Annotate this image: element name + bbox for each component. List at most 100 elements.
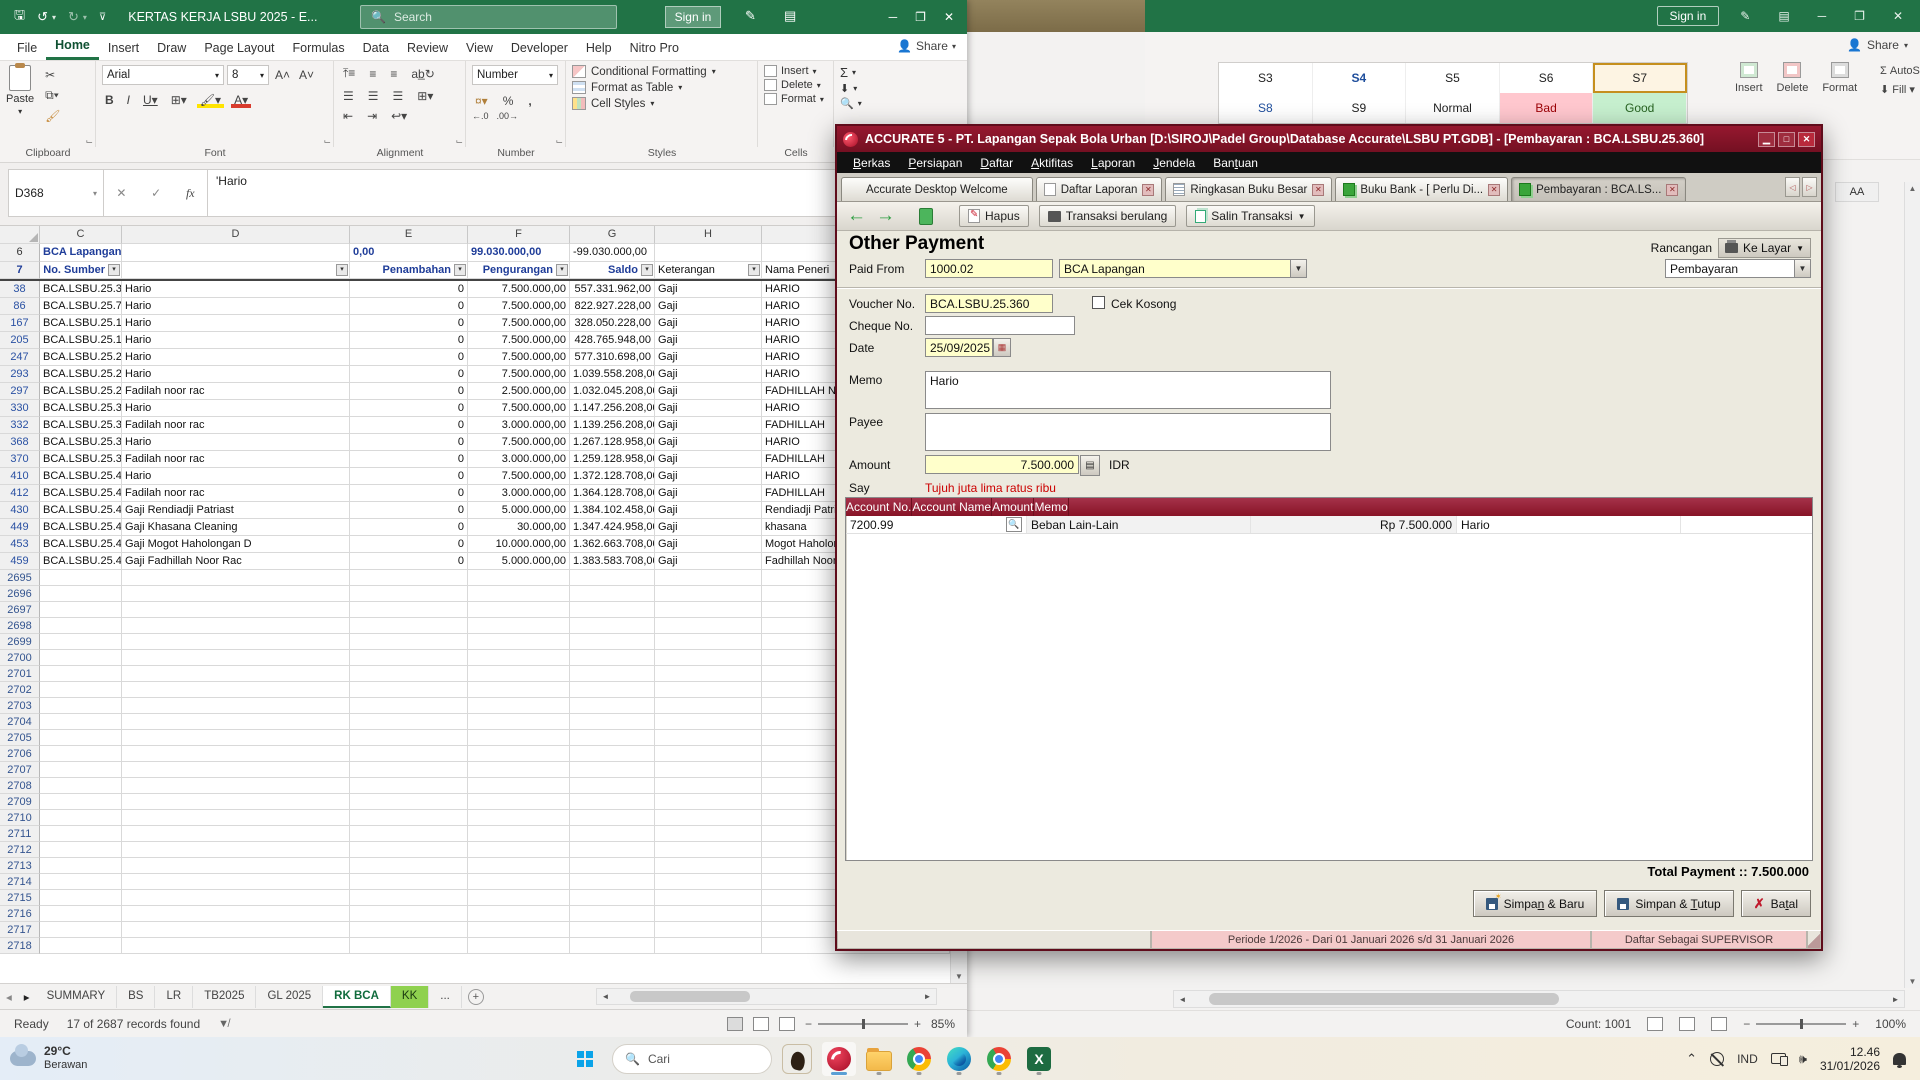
- wrap-text-icon[interactable]: ↩▾: [388, 108, 410, 124]
- cell[interactable]: BCA.LSBU.25.159: [40, 315, 122, 332]
- row-number[interactable]: 2716: [0, 906, 40, 922]
- cell[interactable]: Fadilah noor rac: [122, 383, 350, 400]
- cell[interactable]: [122, 906, 350, 922]
- jenis-select[interactable]: Pembayaran▼: [1665, 259, 1811, 278]
- sign-in-button[interactable]: Sign in: [665, 6, 721, 28]
- voucher-field[interactable]: BCA.LSBU.25.360: [925, 294, 1053, 313]
- cell[interactable]: [350, 618, 468, 634]
- filter-dropdown-icon[interactable]: ▾: [748, 264, 760, 276]
- row-number[interactable]: 453: [0, 536, 40, 553]
- cell[interactable]: [350, 650, 468, 666]
- cell[interactable]: [655, 778, 762, 794]
- row-number[interactable]: 6: [0, 244, 40, 262]
- cell[interactable]: Gaji: [655, 383, 762, 400]
- align-middle-icon[interactable]: ≡: [366, 66, 379, 82]
- cell[interactable]: [350, 714, 468, 730]
- style-button[interactable]: Format as Table▾: [572, 81, 751, 94]
- taskbar-app-button[interactable]: [1022, 1042, 1056, 1076]
- search-input[interactable]: [394, 10, 574, 24]
- dialog-launcher-icon[interactable]: ⌙: [555, 136, 563, 147]
- row-number[interactable]: 2704: [0, 714, 40, 730]
- cell[interactable]: 7.500.000,00: [468, 298, 570, 315]
- cell[interactable]: [40, 906, 122, 922]
- column-header[interactable]: F: [468, 226, 570, 244]
- cell[interactable]: BCA.LSBU.25.419: [40, 502, 122, 519]
- cell[interactable]: [655, 730, 762, 746]
- cell[interactable]: Hario: [122, 332, 350, 349]
- cell[interactable]: [122, 762, 350, 778]
- minimize-button[interactable]: ─: [882, 10, 905, 24]
- cell[interactable]: [40, 874, 122, 890]
- cell-style-chip[interactable]: S3: [1219, 63, 1313, 93]
- cell[interactable]: 7.500.000,00: [468, 281, 570, 298]
- style-button[interactable]: Cell Styles▾: [572, 97, 751, 110]
- menu-item[interactable]: Daftar: [972, 156, 1021, 170]
- sheet-tab[interactable]: BS: [117, 986, 155, 1008]
- ribbon-tab[interactable]: Developer: [502, 36, 577, 60]
- cell[interactable]: [468, 906, 570, 922]
- autosum-button[interactable]: Σ AutoSum ▾: [1880, 62, 1920, 81]
- cell[interactable]: [350, 778, 468, 794]
- cell[interactable]: Fadilah noor rac: [122, 485, 350, 502]
- cell[interactable]: [122, 858, 350, 874]
- pencil-icon[interactable]: ✎: [1733, 9, 1757, 23]
- document-tab[interactable]: Ringkasan Buku Besar ✕: [1165, 177, 1332, 201]
- cells-button[interactable]: Insert▾: [764, 65, 827, 77]
- cell-style-chip[interactable]: S6: [1500, 63, 1594, 93]
- cell[interactable]: [655, 666, 762, 682]
- row-number[interactable]: 2699: [0, 634, 40, 650]
- row-number[interactable]: 2712: [0, 842, 40, 858]
- column-header[interactable]: C: [40, 226, 122, 244]
- cell[interactable]: 10.000.000,00: [468, 536, 570, 553]
- tab-scroll-left-icon[interactable]: ◁: [1785, 177, 1800, 197]
- taskbar-app-button[interactable]: [822, 1042, 856, 1076]
- cell[interactable]: 557.331.962,00: [570, 281, 655, 298]
- notification-bell-icon[interactable]: [1893, 1053, 1906, 1065]
- cell[interactable]: 5.000.000,00: [468, 502, 570, 519]
- row-number[interactable]: 297: [0, 383, 40, 400]
- row-number[interactable]: 449: [0, 519, 40, 536]
- cell[interactable]: [468, 682, 570, 698]
- cell[interactable]: [122, 244, 350, 262]
- filter-dropdown-icon[interactable]: ▾: [108, 264, 120, 276]
- scroll-right-icon[interactable]: ►: [1887, 991, 1904, 1007]
- excel-horizontal-scrollbar[interactable]: ◄ ►: [596, 988, 937, 1005]
- cell[interactable]: [655, 682, 762, 698]
- cell[interactable]: [40, 890, 122, 906]
- forward-icon[interactable]: →: [876, 206, 895, 226]
- scroll-right-icon[interactable]: ►: [919, 989, 936, 1005]
- comma-style-icon[interactable]: ,: [525, 93, 534, 109]
- cell[interactable]: [468, 570, 570, 586]
- cell[interactable]: 328.050.228,00: [570, 315, 655, 332]
- cell[interactable]: 0: [350, 536, 468, 553]
- cell[interactable]: Gaji: [655, 366, 762, 383]
- ke-layar-button[interactable]: Ke Layar▼: [1718, 238, 1811, 258]
- cell[interactable]: BCA.LSBU.25.441: [40, 536, 122, 553]
- cell[interactable]: BCA.LSBU.25.197: [40, 332, 122, 349]
- search-box[interactable]: 🔍: [360, 5, 617, 29]
- cell[interactable]: [350, 938, 468, 954]
- salin-transaksi-button[interactable]: Salin Transaksi▼: [1186, 205, 1314, 227]
- cell[interactable]: [122, 890, 350, 906]
- weather-widget[interactable]: 29°CBerawan: [0, 1045, 170, 1072]
- cell[interactable]: [570, 762, 655, 778]
- row-number[interactable]: 247: [0, 349, 40, 366]
- cell[interactable]: Gaji: [655, 281, 762, 298]
- increase-font-icon[interactable]: A˄: [272, 67, 293, 83]
- cell[interactable]: [468, 858, 570, 874]
- maximize-button[interactable]: □: [1778, 132, 1795, 147]
- cell[interactable]: [570, 794, 655, 810]
- cells-button[interactable]: Delete▾: [764, 79, 827, 91]
- align-left-icon[interactable]: ☰: [340, 88, 357, 104]
- close-tab-icon[interactable]: ✕: [1488, 184, 1500, 196]
- cell[interactable]: Gaji: [655, 417, 762, 434]
- cell-style-chip[interactable]: S8: [1219, 93, 1313, 123]
- save-icon[interactable]: 🖫: [14, 6, 25, 28]
- minimize-button[interactable]: ─: [1811, 9, 1834, 23]
- sheet-tab[interactable]: RK BCA: [323, 986, 391, 1008]
- cell[interactable]: BCA.LSBU.25.362: [40, 451, 122, 468]
- cell[interactable]: [655, 890, 762, 906]
- cell[interactable]: [40, 682, 122, 698]
- orientation-icon[interactable]: ab̲↻: [408, 66, 437, 82]
- column-header[interactable]: D: [122, 226, 350, 244]
